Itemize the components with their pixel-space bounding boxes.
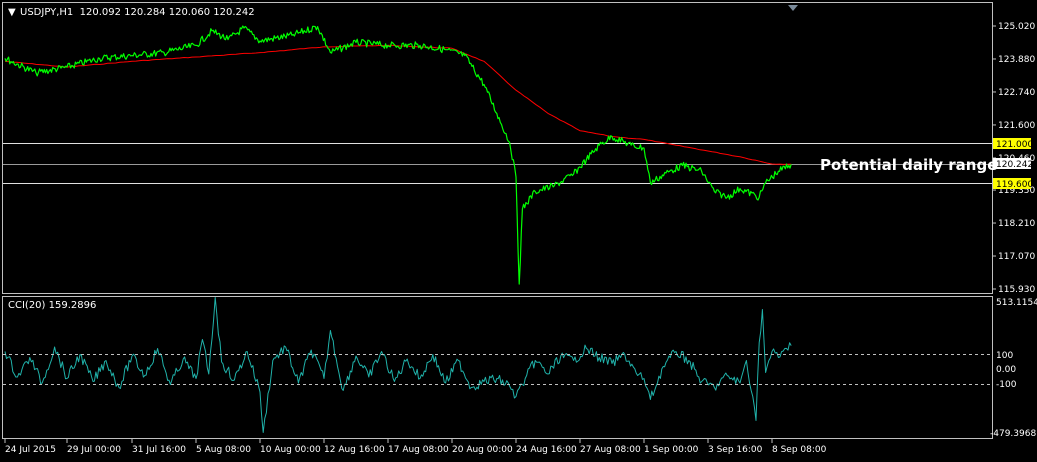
- range-upper-label: 121.000: [996, 140, 1033, 150]
- range-annotation[interactable]: Potential daily range: [820, 156, 997, 174]
- cci-header: CCI(20) 159.2896: [8, 300, 96, 311]
- time-axis-label: 12 Aug 16:00: [324, 445, 385, 455]
- price-axis-label: 118.210: [998, 219, 1035, 229]
- time-axis: 24 Jul 2015 29 Jul 00:00 31 Jul 16:00 5 Aug…: [4, 439, 827, 455]
- price-pane-border: [2, 2, 993, 294]
- cci-series-group: [4, 297, 792, 433]
- range-lower-label: 119.600: [996, 180, 1033, 190]
- price-axis-label: 122.740: [998, 88, 1035, 98]
- indicator-pane-border: [2, 296, 993, 439]
- moving-average-line: [4, 44, 792, 165]
- cci-axis-max: 513.1154: [996, 298, 1037, 308]
- price-series-group: [4, 25, 792, 285]
- time-axis-label: 8 Sep 08:00: [772, 445, 827, 455]
- collapse-icon[interactable]: ▼: [8, 7, 16, 18]
- cci-axis-100: 100: [996, 351, 1013, 361]
- time-axis-label: 5 Aug 08:00: [196, 445, 251, 455]
- chart-window[interactable]: ▼ USDJPY,H1 120.092 120.284 120.060 120.…: [0, 0, 1037, 458]
- price-axis-label: 115.930: [998, 285, 1035, 295]
- time-axis-label: 27 Aug 08:00: [580, 445, 641, 455]
- current-price-label: 120.242: [996, 160, 1033, 170]
- price-line: [4, 25, 792, 285]
- time-axis-label: 31 Jul 16:00: [132, 445, 186, 455]
- cci-line: [4, 297, 792, 433]
- cci-axis-minus-100: -100: [996, 380, 1017, 390]
- cci-axis-zero: 0.00: [996, 365, 1016, 375]
- price-axis-label: 123.880: [998, 55, 1035, 65]
- cci-axis-min: -479.3968: [990, 429, 1036, 439]
- time-axis-label: 10 Aug 00:00: [260, 445, 321, 455]
- shift-marker-icon[interactable]: [788, 5, 798, 11]
- chart-canvas[interactable]: ▼ USDJPY,H1 120.092 120.284 120.060 120.…: [0, 0, 1037, 458]
- price-axis-label: 121.600: [998, 121, 1035, 131]
- time-axis-label: 24 Jul 2015: [5, 445, 56, 455]
- time-axis-label: 29 Jul 00:00: [67, 445, 121, 455]
- time-axis-label: 20 Aug 00:00: [452, 445, 513, 455]
- time-axis-label: 3 Sep 16:00: [708, 445, 763, 455]
- symbol-header: USDJPY,H1 120.092 120.284 120.060 120.24…: [20, 7, 255, 18]
- price-axis-label: 125.020: [998, 22, 1035, 32]
- time-axis-label: 1 Sep 00:00: [644, 445, 699, 455]
- price-axis-label: 117.070: [998, 252, 1035, 262]
- time-axis-label: 17 Aug 08:00: [388, 445, 449, 455]
- time-axis-label: 24 Aug 16:00: [516, 445, 577, 455]
